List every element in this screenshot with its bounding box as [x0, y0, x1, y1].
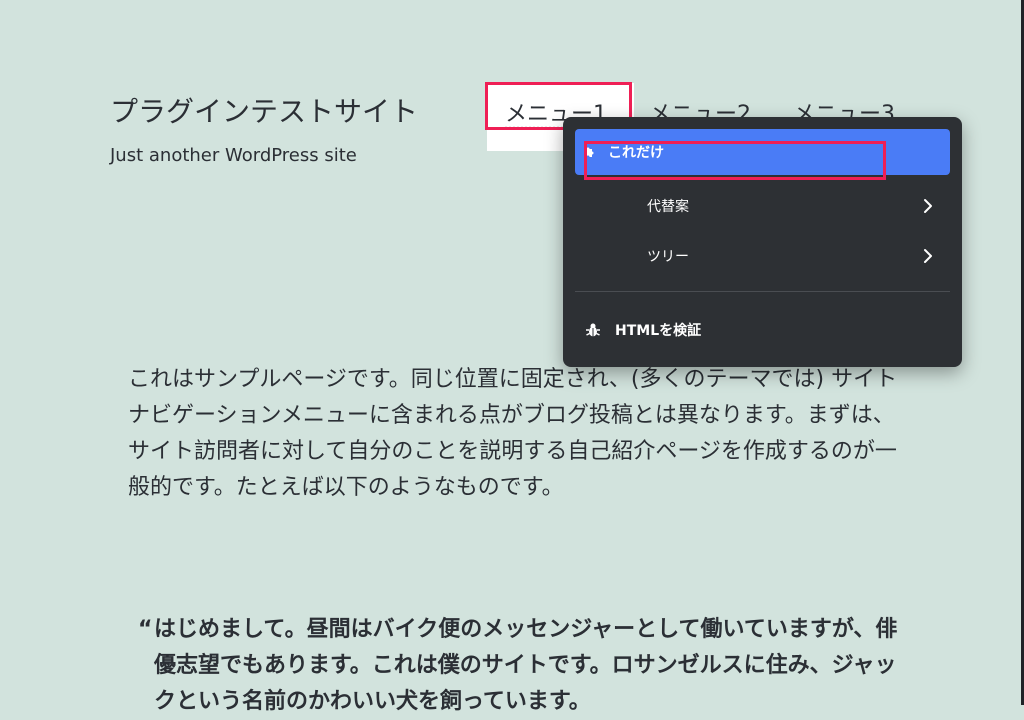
context-menu-divider	[575, 291, 950, 292]
context-menu-item-alternatives[interactable]: 代替案	[575, 183, 950, 229]
context-menu-item-label: HTMLを検証	[615, 323, 702, 339]
quote-text: はじめまして。昼間はバイク便のメッセンジャーとして働いていますが、俳優志望でもあ…	[154, 617, 898, 714]
context-menu-item-label: 代替案	[647, 199, 689, 215]
context-menu-item-label: ツリー	[647, 249, 689, 265]
context-menu-item-tree[interactable]: ツリー	[575, 233, 950, 279]
quote-mark: “	[138, 617, 153, 642]
intro-paragraph: これはサンプルページです。同じ位置に固定され、(多くのテーマでは) サイトナビゲ…	[128, 367, 898, 500]
blockquote: “ はじめまして。昼間はバイク便のメッセンジャーとして働いていますが、俳優志望で…	[138, 612, 898, 720]
annotation-highlight-menu-item	[584, 141, 886, 180]
page-content: これはサンプルページです。同じ位置に固定され、(多くのテーマでは) サイトナビゲ…	[128, 362, 898, 506]
chevron-right-icon	[920, 198, 936, 214]
site-title[interactable]: プラグインテストサイト	[110, 94, 418, 130]
context-menu-item-inspect[interactable]: HTMLを検証	[575, 307, 950, 353]
site-tagline: Just another WordPress site	[110, 145, 357, 166]
bug-icon	[585, 322, 601, 338]
chevron-right-icon	[920, 248, 936, 264]
